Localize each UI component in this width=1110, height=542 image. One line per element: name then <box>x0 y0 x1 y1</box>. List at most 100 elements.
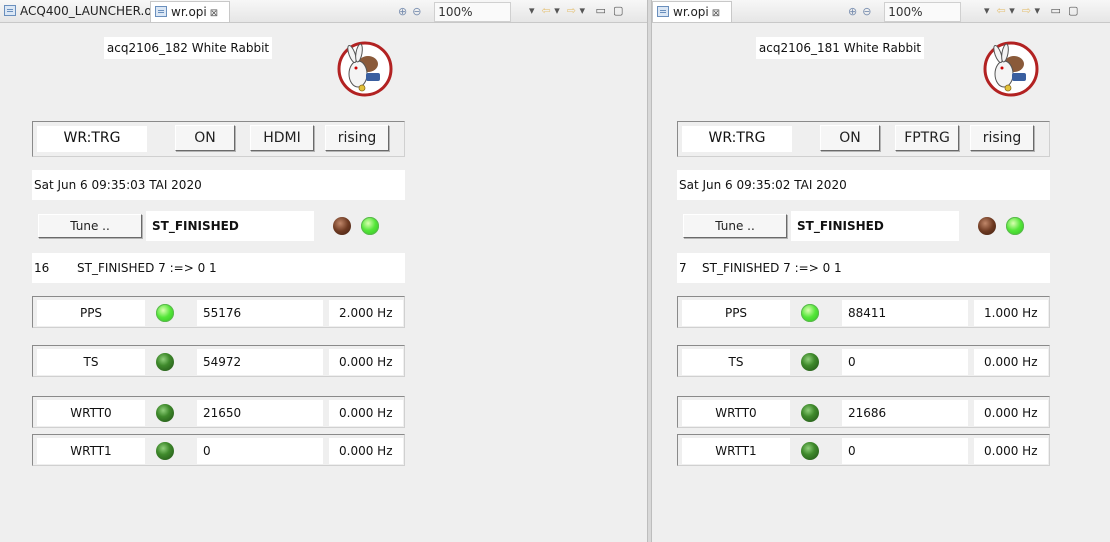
trigger-name-field: WR:TRG <box>682 126 792 152</box>
chevron-down-icon[interactable]: ▾ <box>984 4 990 17</box>
counter-freq: 0.000 Hz <box>339 406 393 420</box>
counter-freq: 1.000 Hz <box>984 306 1038 320</box>
minimize-icon[interactable]: ▭ <box>1051 4 1061 17</box>
counter-freq-field: 1.000 Hz <box>974 300 1048 326</box>
tune-status-text: ST_FINISHED <box>797 219 884 233</box>
counter-name: TS <box>83 355 99 369</box>
counter-name-field: PPS <box>682 300 790 326</box>
minimize-icon[interactable]: ▭ <box>596 4 606 17</box>
tab-acq400-launcher[interactable]: ACQ400_LAUNCHER.opi <box>0 1 168 21</box>
trigger-panel: WR:TRG ON FPTRG rising <box>677 121 1050 157</box>
chevron-down-icon[interactable]: ▾ <box>580 4 586 17</box>
opi-file-icon <box>155 6 167 17</box>
counter-freq-field: 0.000 Hz <box>974 349 1048 375</box>
counter-freq: 0.000 Hz <box>339 444 393 458</box>
counter-value: 0 <box>848 444 856 458</box>
back-arrow-icon[interactable]: ⇦ <box>997 4 1006 17</box>
counter-value-field: 21686 <box>842 400 968 426</box>
zoom-controls: ⊕ ⊖ 100% <box>848 0 962 22</box>
maximize-icon[interactable]: ▢ <box>1068 4 1078 17</box>
counter-value: 21686 <box>848 406 887 420</box>
wrtt0-led <box>801 404 819 422</box>
tab-wr-opi[interactable]: wr.opi ⊠ <box>150 1 230 22</box>
counter-freq: 2.000 Hz <box>339 306 393 320</box>
zoom-controls: ⊕ ⊖ 100% <box>398 0 512 22</box>
state-text: ST_FINISHED 7 :=> 0 1 <box>77 261 217 275</box>
counter-freq: 0.000 Hz <box>339 355 393 369</box>
tune-brown-led <box>978 217 996 235</box>
counter-name: WRTT1 <box>70 444 112 458</box>
counter-row-wrtt1: WRTT1 0 0.000 Hz <box>32 434 405 466</box>
counter-value: 0 <box>848 355 856 369</box>
counter-name: WRTT0 <box>70 406 112 420</box>
counter-value-field: 55176 <box>197 300 323 326</box>
state-count: 16 <box>34 261 50 275</box>
back-arrow-icon[interactable]: ⇦ <box>542 4 551 17</box>
forward-arrow-icon[interactable]: ⇨ <box>1022 4 1031 17</box>
trigger-edge-button[interactable]: rising <box>970 125 1034 151</box>
tune-button[interactable]: Tune .. <box>683 214 787 238</box>
counter-name: WRTT1 <box>715 444 757 458</box>
counter-name-field: WRTT0 <box>37 400 145 426</box>
counter-value: 21650 <box>203 406 242 420</box>
counter-freq: 0.000 Hz <box>984 355 1038 369</box>
maximize-icon[interactable]: ▢ <box>613 4 623 17</box>
tab-wr-opi[interactable]: wr.opi ⊠ <box>652 1 732 22</box>
chevron-down-icon[interactable]: ▾ <box>554 4 560 17</box>
counter-value-field: 21650 <box>197 400 323 426</box>
tune-status-field: ST_FINISHED <box>791 211 959 241</box>
zoom-out-icon[interactable]: ⊖ <box>412 5 421 18</box>
counter-freq: 0.000 Hz <box>984 406 1038 420</box>
trigger-state-button[interactable]: ON <box>820 125 880 151</box>
counter-name-field: WRTT0 <box>682 400 790 426</box>
datetime-text: Sat Jun 6 09:35:03 TAI 2020 <box>34 178 202 192</box>
state-line-field: 16 ST_FINISHED 7 :=> 0 1 <box>32 253 405 283</box>
counter-value-field: 0 <box>197 438 323 464</box>
page-title: acq2106_182 White Rabbit <box>104 37 272 59</box>
counter-name: TS <box>728 355 744 369</box>
page-title: acq2106_181 White Rabbit <box>756 37 924 59</box>
right-editor-pane: wr.opi ⊠ ⊕ ⊖ 100% ▾ ⇦ ▾ ⇨ ▾ ▭ ▢ acq2106_18… <box>652 0 1110 542</box>
trigger-edge-button[interactable]: rising <box>325 125 389 151</box>
counter-freq: 0.000 Hz <box>984 444 1038 458</box>
counter-freq-field: 0.000 Hz <box>974 400 1048 426</box>
counter-value-field: 0 <box>842 438 968 464</box>
counter-row-pps: PPS 88411 1.000 Hz <box>677 296 1050 328</box>
chevron-down-icon[interactable]: ▾ <box>1035 4 1041 17</box>
close-icon[interactable]: ⊠ <box>712 8 720 19</box>
trigger-state-button[interactable]: ON <box>175 125 235 151</box>
counter-freq-field: 0.000 Hz <box>329 349 403 375</box>
pps-led <box>801 304 819 322</box>
counter-value: 55176 <box>203 306 242 320</box>
trigger-name-label: WR:TRG <box>708 130 766 146</box>
counter-row-wrtt0: WRTT0 21686 0.000 Hz <box>677 396 1050 428</box>
counter-value-field: 88411 <box>842 300 968 326</box>
ts-led <box>801 353 819 371</box>
zoom-in-icon[interactable]: ⊕ <box>848 5 857 18</box>
forward-arrow-icon[interactable]: ⇨ <box>567 4 576 17</box>
trigger-source-button[interactable]: HDMI <box>250 125 314 151</box>
zoom-out-icon[interactable]: ⊖ <box>862 5 871 18</box>
wrtt1-led <box>801 442 819 460</box>
state-text: ST_FINISHED 7 :=> 0 1 <box>702 261 842 275</box>
datetime-field: Sat Jun 6 09:35:02 TAI 2020 <box>677 170 1050 200</box>
pps-led <box>156 304 174 322</box>
chevron-down-icon[interactable]: ▾ <box>1009 4 1015 17</box>
view-toolbar: ▾ ⇦ ▾ ⇨ ▾ ▭ ▢ <box>984 0 1078 22</box>
white-rabbit-logo <box>983 41 1039 97</box>
right-tab-bar: wr.opi ⊠ ⊕ ⊖ 100% ▾ ⇦ ▾ ⇨ ▾ ▭ ▢ <box>652 0 1110 23</box>
trigger-source-button[interactable]: FPTRG <box>895 125 959 151</box>
state-count: 7 <box>679 261 687 275</box>
tune-brown-led <box>333 217 351 235</box>
counter-freq-field: 0.000 Hz <box>974 438 1048 464</box>
zoom-combo[interactable]: 100% <box>884 1 962 22</box>
datetime-field: Sat Jun 6 09:35:03 TAI 2020 <box>32 170 405 200</box>
datetime-text: Sat Jun 6 09:35:02 TAI 2020 <box>679 178 847 192</box>
close-icon[interactable]: ⊠ <box>210 8 218 19</box>
counter-name-field: WRTT1 <box>37 438 145 464</box>
zoom-in-icon[interactable]: ⊕ <box>398 5 407 18</box>
tune-button[interactable]: Tune .. <box>38 214 142 238</box>
chevron-down-icon[interactable]: ▾ <box>529 4 535 17</box>
left-tab-bar: ACQ400_LAUNCHER.opi wr.opi ⊠ ⊕ ⊖ 100% ▾ ⇦ … <box>0 0 647 23</box>
zoom-combo[interactable]: 100% <box>434 1 512 22</box>
